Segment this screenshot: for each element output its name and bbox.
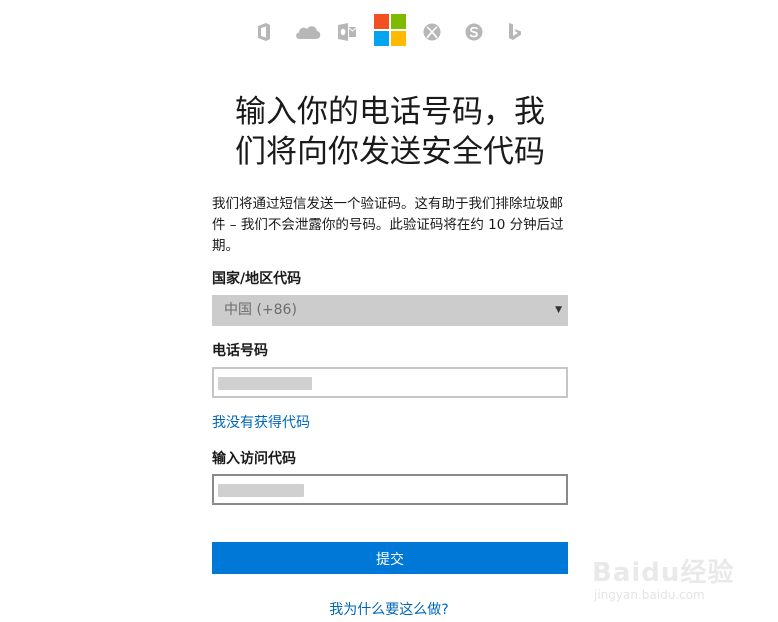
no-code-link[interactable]: 我没有获得代码 [212, 412, 310, 432]
submit-button[interactable]: 提交 [212, 542, 568, 574]
product-icon-strip [0, 14, 778, 50]
phone-number-input[interactable] [212, 367, 568, 398]
access-code-label: 输入访问代码 [212, 451, 296, 467]
phone-number-label: 电话号码 [212, 343, 268, 359]
office-icon [253, 22, 275, 42]
access-code-input[interactable] [212, 474, 568, 505]
dropdown-arrow-icon: ▼ [555, 305, 562, 315]
redacted-code-value [218, 484, 304, 497]
country-code-label: 国家/地区代码 [212, 271, 302, 287]
watermark-brand: Baidu经验 [592, 558, 735, 588]
xbox-icon [421, 22, 443, 42]
onedrive-icon [294, 22, 322, 42]
page-title-line2: 们将向你发送安全代码 [235, 134, 545, 170]
redacted-phone-value [218, 377, 312, 390]
baidu-watermark: Baidu经验 jingyan.baidu.com [592, 548, 742, 608]
bing-icon [504, 22, 526, 42]
country-code-value: 中国 (+86) [224, 302, 297, 318]
country-code-select[interactable]: 中国 (+86) ▼ [212, 295, 568, 326]
signup-page: 输入你的电话号码，我 们将向你发送安全代码 我们将通过短信发送一个验证码。这有助… [0, 0, 778, 622]
outlook-icon [336, 22, 358, 42]
microsoft-logo [374, 14, 406, 46]
skype-icon [463, 22, 485, 42]
page-title: 输入你的电话号码，我 们将向你发送安全代码 [210, 92, 570, 172]
description-text: 我们将通过短信发送一个验证码。这有助于我们排除垃圾邮件 – 我们不会泄露你的号码… [212, 196, 564, 254]
watermark-url: jingyan.baidu.com [594, 588, 705, 602]
page-title-line1: 输入你的电话号码，我 [235, 94, 545, 130]
